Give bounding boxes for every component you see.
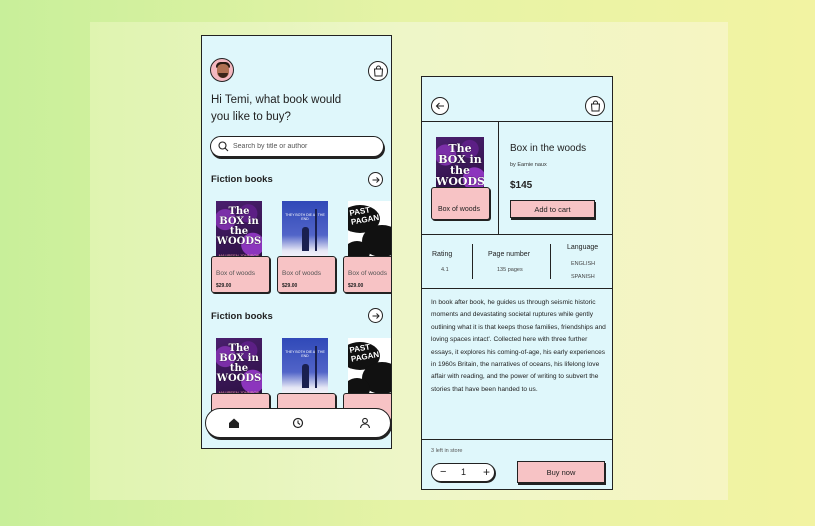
book-detail-screen: The BOX in the WOODS MAUREEN JOHNSON Box… bbox=[421, 76, 613, 490]
book-cover: PAST PAGAN bbox=[348, 201, 391, 263]
home-icon[interactable] bbox=[228, 417, 240, 429]
language-value: ENGLISH bbox=[571, 261, 596, 267]
language-label: Language bbox=[567, 244, 599, 251]
book-price: $29.00 bbox=[216, 283, 232, 289]
section-title: Fiction books bbox=[211, 174, 273, 185]
divider bbox=[550, 244, 551, 279]
book-card[interactable]: The BOX in the WOODS MAUREEN JOHNSON Box… bbox=[211, 201, 270, 293]
section-title: Fiction books bbox=[211, 311, 273, 322]
book-info: Box of woods $29.00 bbox=[211, 256, 270, 293]
avatar[interactable] bbox=[210, 58, 234, 82]
back-button[interactable] bbox=[431, 97, 449, 115]
book-cover: The BOX in the WOODS MAUREEN JOHNSON bbox=[216, 338, 262, 400]
rating-label: Rating bbox=[432, 251, 453, 258]
book-info: Box of woods $29.00 bbox=[343, 256, 391, 293]
search-input[interactable] bbox=[233, 140, 378, 153]
see-all-button[interactable] bbox=[368, 172, 383, 187]
buy-now-button[interactable]: Buy now bbox=[517, 461, 605, 483]
book-price: $145 bbox=[510, 180, 533, 191]
language-value: SPANISH bbox=[571, 274, 595, 280]
backdrop bbox=[90, 22, 728, 500]
bottom-nav bbox=[205, 408, 391, 438]
divider bbox=[422, 288, 612, 289]
page-number-label: Page number bbox=[488, 251, 531, 258]
see-all-button[interactable] bbox=[368, 308, 383, 323]
stock-status: 3 left in store bbox=[431, 448, 463, 454]
book-title: Box in the woods bbox=[510, 143, 587, 154]
divider bbox=[422, 234, 612, 235]
book-title: Box of woods bbox=[348, 270, 388, 277]
profile-icon[interactable] bbox=[359, 417, 371, 429]
book-author: by Earnie naux bbox=[510, 162, 547, 168]
book-price: $29.00 bbox=[282, 283, 298, 289]
quantity-value: 1 bbox=[461, 467, 467, 477]
arrow-left-icon bbox=[435, 102, 444, 110]
book-card[interactable]: PAST PAGAN Box of woods $29.00 bbox=[343, 201, 391, 293]
book-tag: Box of woods bbox=[431, 187, 490, 220]
quantity-stepper: − 1 + bbox=[431, 463, 495, 482]
book-info: Box of woods $29.00 bbox=[277, 256, 336, 293]
divider bbox=[422, 121, 612, 122]
book-price: $29.00 bbox=[348, 283, 364, 289]
search-bar[interactable] bbox=[210, 136, 384, 157]
book-title: Box of woods bbox=[282, 270, 322, 277]
book-cover: PAST PAGAN bbox=[348, 338, 391, 400]
add-to-cart-button[interactable]: Add to cart bbox=[510, 200, 595, 218]
book-cover: THEY BOTH DIE AT THE END bbox=[282, 201, 328, 263]
book-cover: THEY BOTH DIE AT THE END bbox=[282, 338, 328, 400]
book-description: In book after book, he guides us through… bbox=[431, 299, 606, 393]
book-card[interactable]: THEY BOTH DIE AT THE END Box of woods $2… bbox=[277, 201, 336, 293]
history-icon[interactable] bbox=[292, 417, 304, 429]
book-tag-label: Box of woods bbox=[438, 206, 481, 213]
book-cover: The BOX in the WOODS MAUREEN JOHNSON bbox=[216, 201, 262, 263]
home-screen: Hi Temi, what book would you like to buy… bbox=[201, 35, 392, 449]
arrow-right-icon bbox=[372, 313, 380, 319]
divider bbox=[498, 121, 499, 234]
shopping-bag-icon bbox=[590, 100, 601, 112]
search-icon bbox=[218, 141, 229, 152]
increment-button[interactable]: + bbox=[483, 465, 490, 479]
shopping-bag-icon bbox=[373, 65, 384, 77]
shopping-bag-button[interactable] bbox=[585, 96, 605, 116]
book-title: Box of woods bbox=[216, 270, 256, 277]
divider bbox=[472, 244, 473, 279]
divider bbox=[422, 439, 612, 440]
shopping-bag-button[interactable] bbox=[368, 61, 388, 81]
page-number-value: 135 pages bbox=[497, 267, 523, 273]
rating-value: 4.1 bbox=[441, 267, 449, 273]
decrement-button[interactable]: − bbox=[440, 466, 446, 478]
arrow-right-icon bbox=[372, 177, 380, 183]
greeting-text: Hi Temi, what book would you like to buy… bbox=[211, 94, 342, 123]
